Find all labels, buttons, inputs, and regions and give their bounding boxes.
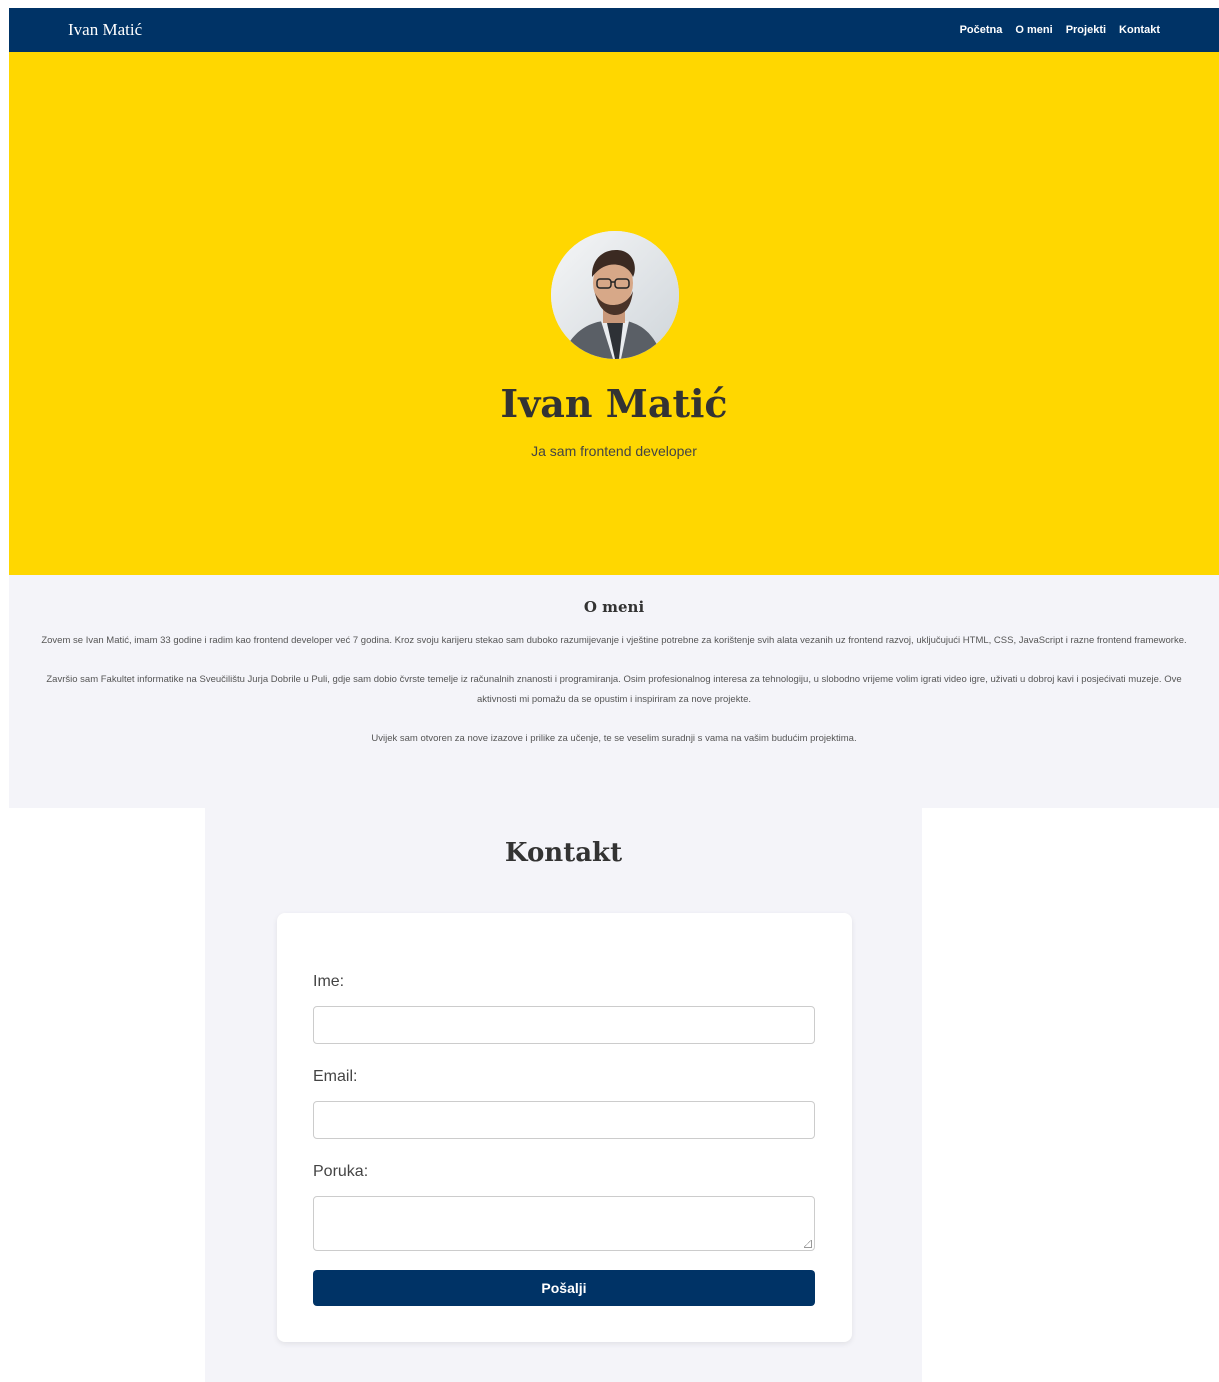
about-paragraph-2: Završio sam Fakultet informatike na Sveu… xyxy=(46,674,1182,705)
contact-form: Ime: Email: Poruka: Pošalji xyxy=(277,913,852,1342)
submit-button[interactable]: Pošalji xyxy=(313,1270,815,1306)
name-label: Ime: xyxy=(313,973,345,990)
email-label: Email: xyxy=(313,1068,358,1085)
nav-link-projekti[interactable]: Projekti xyxy=(1066,24,1106,36)
person-portrait-icon xyxy=(551,231,679,359)
contact-section: Kontakt Ime: Email: Poruka: Pošalji xyxy=(205,808,922,1382)
email-input[interactable] xyxy=(313,1101,815,1139)
message-textarea[interactable] xyxy=(313,1196,815,1251)
contact-title: Kontakt xyxy=(504,838,623,868)
hero-name: Ivan Matić xyxy=(500,381,728,426)
name-input[interactable] xyxy=(313,1006,815,1044)
hero-section: Ivan Matić Ja sam frontend developer xyxy=(9,52,1219,575)
about-section: O meni Zovem se Ivan Matić, imam 33 godi… xyxy=(9,575,1219,808)
brand-logo[interactable]: Ivan Matić xyxy=(68,20,142,40)
about-title: O meni xyxy=(583,598,645,616)
navbar: Ivan Matić Početna O meni Projekti Konta… xyxy=(9,8,1219,52)
profile-photo xyxy=(551,231,679,359)
hero-subtitle: Ja sam frontend developer xyxy=(531,443,697,459)
nav-link-o-meni[interactable]: O meni xyxy=(1015,24,1052,36)
about-paragraph-1: Zovem se Ivan Matić, imam 33 godine i ra… xyxy=(41,635,1187,646)
resize-handle-icon[interactable] xyxy=(804,1240,812,1248)
message-label: Poruka: xyxy=(313,1163,369,1180)
nav-links: Početna O meni Projekti Kontakt xyxy=(960,24,1160,36)
about-paragraph-3: Uvijek sam otvoren za nove izazove i pri… xyxy=(371,733,857,744)
nav-link-kontakt[interactable]: Kontakt xyxy=(1119,24,1160,36)
nav-link-pocetna[interactable]: Početna xyxy=(960,24,1003,36)
